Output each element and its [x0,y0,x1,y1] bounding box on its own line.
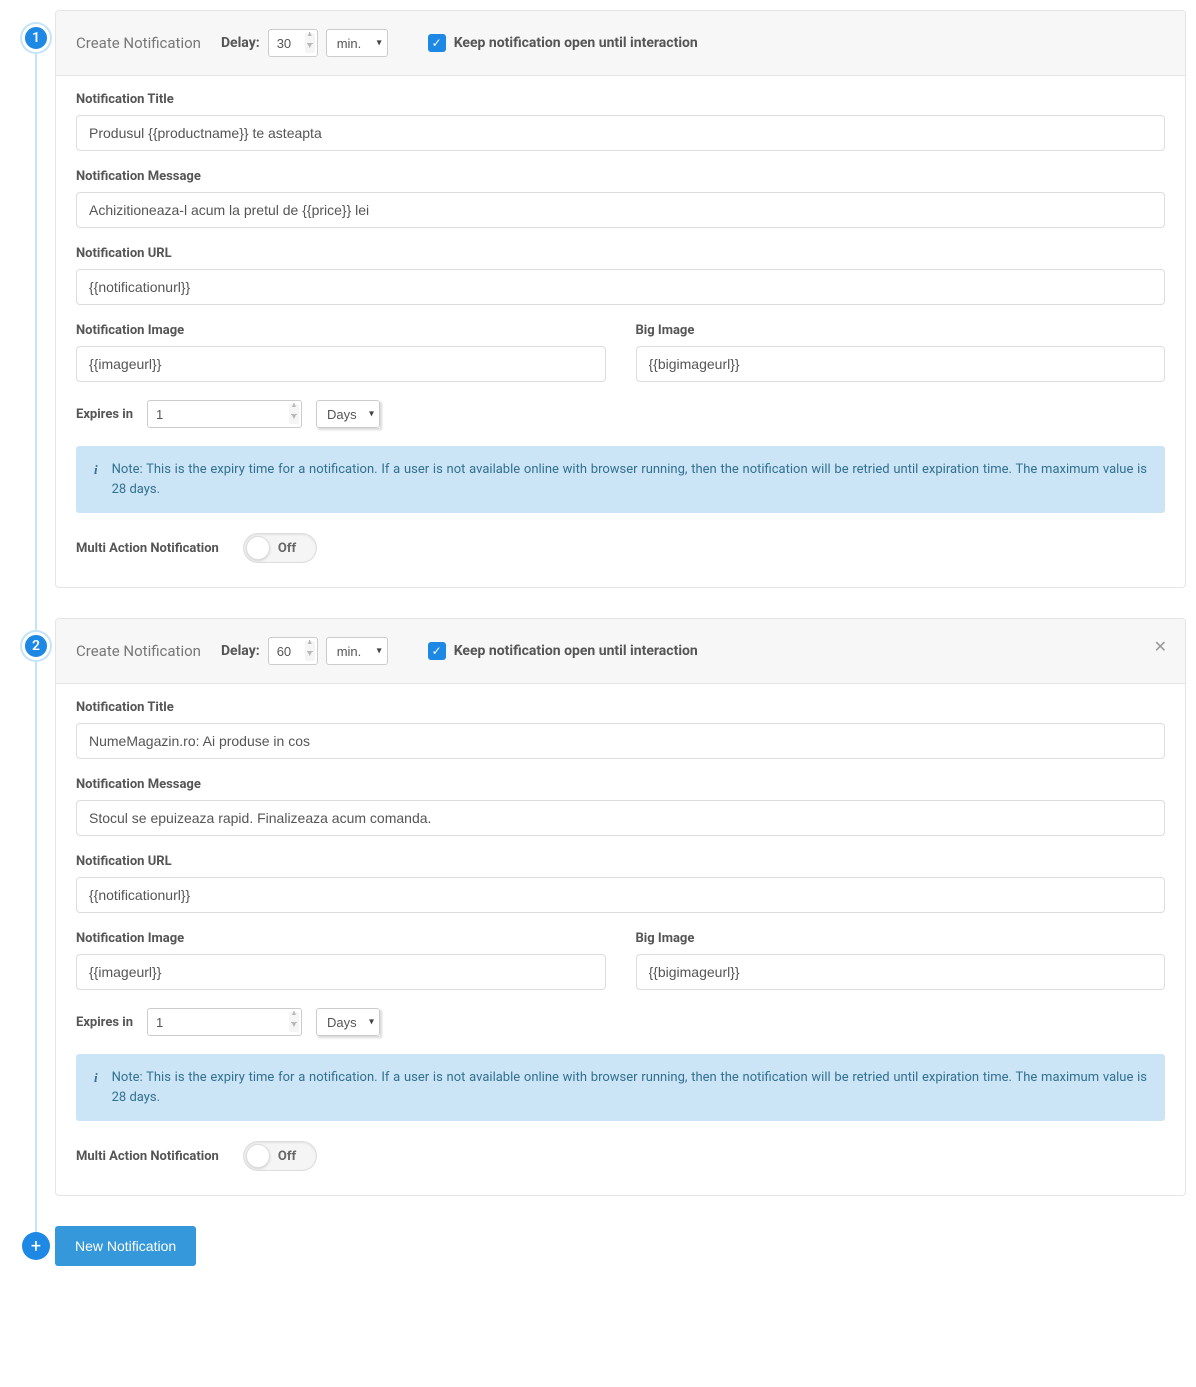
multi-action-toggle[interactable]: Off [243,533,317,563]
expiry-note: i Note: This is the expiry time for a no… [76,1054,1165,1121]
notification-card: Create Notification Delay: ▲▼ min. ✓ Kee… [55,618,1186,1196]
title-label: Notification Title [76,92,1165,107]
add-step-button[interactable]: + [22,1232,50,1260]
message-label: Notification Message [76,777,1165,792]
expiry-note: i Note: This is the expiry time for a no… [76,446,1165,513]
delay-label: Delay: [221,35,260,51]
toggle-state: Off [278,1149,296,1164]
big-image-input[interactable] [636,954,1166,990]
card-title: Create Notification [76,34,201,52]
expires-value-input[interactable] [147,400,302,428]
bigimage-label: Big Image [636,931,1166,946]
big-image-input[interactable] [636,346,1166,382]
multi-action-toggle[interactable]: Off [243,1141,317,1171]
notification-card: Create Notification Delay: ▲▼ min. ✓ Kee… [55,10,1186,588]
card-header: Create Notification Delay: ▲▼ min. ✓ Kee… [56,619,1185,684]
notification-url-input[interactable] [76,877,1165,913]
close-icon[interactable]: ✕ [1154,637,1167,656]
delay-unit-select[interactable]: min. [326,29,388,57]
title-label: Notification Title [76,700,1165,715]
notification-image-input[interactable] [76,954,606,990]
note-text: Note: This is the expiry time for a noti… [112,460,1147,499]
keep-open-label: Keep notification open until interaction [454,35,698,51]
notification-image-input[interactable] [76,346,606,382]
delay-value-input[interactable] [268,637,318,665]
notification-message-input[interactable] [76,800,1165,836]
toggle-state: Off [278,541,296,556]
image-label: Notification Image [76,931,606,946]
new-notification-button[interactable]: New Notification [55,1226,196,1266]
multi-action-label: Multi Action Notification [76,1149,219,1164]
card-title: Create Notification [76,642,201,660]
info-icon: i [94,460,98,499]
url-label: Notification URL [76,246,1165,261]
bigimage-label: Big Image [636,323,1166,338]
keep-open-label: Keep notification open until interaction [454,643,698,659]
expires-value-input[interactable] [147,1008,302,1036]
expires-label: Expires in [76,407,133,422]
multi-action-label: Multi Action Notification [76,541,219,556]
notification-title-input[interactable] [76,115,1165,151]
keep-open-checkbox[interactable]: ✓ [428,642,446,660]
note-text: Note: This is the expiry time for a noti… [112,1068,1147,1107]
notification-message-input[interactable] [76,192,1165,228]
card-header: Create Notification Delay: ▲▼ min. ✓ Kee… [56,11,1185,76]
keep-open-checkbox[interactable]: ✓ [428,34,446,52]
delay-value-input[interactable] [268,29,318,57]
expires-label: Expires in [76,1015,133,1030]
image-label: Notification Image [76,323,606,338]
delay-unit-select[interactable]: min. [326,637,388,665]
expires-unit-select[interactable]: Days [316,1008,380,1036]
url-label: Notification URL [76,854,1165,869]
info-icon: i [94,1068,98,1107]
notification-title-input[interactable] [76,723,1165,759]
notification-url-input[interactable] [76,269,1165,305]
delay-label: Delay: [221,643,260,659]
step-badge: 2 [22,632,50,660]
step-badge: 1 [22,24,50,52]
message-label: Notification Message [76,169,1165,184]
expires-unit-select[interactable]: Days [316,400,380,428]
